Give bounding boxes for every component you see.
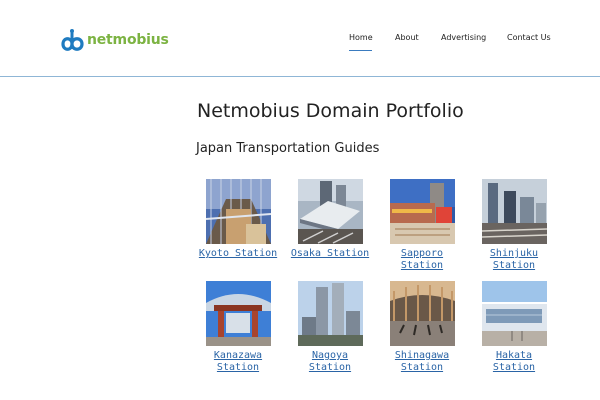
station-card-shinagawa: Shinagawa Station	[376, 281, 468, 374]
shinagawa-station-link-line1: Shinagawa	[394, 350, 450, 361]
shinagawa-station-image[interactable]	[389, 281, 455, 346]
site-header: netmobius Home About Advertising Contact…	[0, 0, 600, 77]
nagoya-station-image[interactable]	[297, 281, 363, 346]
station-card-sapporo: Sapporo Station	[376, 179, 468, 272]
station-card-kanazawa: Kanazawa Station	[192, 281, 284, 374]
kanazawa-station-image[interactable]	[205, 281, 271, 346]
infinity-logo-icon	[58, 27, 86, 53]
shinagawa-station-link[interactable]: Shinagawa Station	[376, 350, 468, 374]
page-title: Netmobius Domain Portfolio	[197, 100, 464, 122]
nav-active-indicator	[349, 50, 372, 51]
kanazawa-station-link-line2: Station	[216, 362, 260, 373]
sapporo-station-link-line1: Sapporo	[400, 248, 444, 259]
nav-home[interactable]: Home	[349, 33, 373, 42]
shinjuku-station-link-line1: Shinjuku	[489, 248, 539, 259]
sapporo-station-link-line2: Station	[400, 260, 444, 271]
nav-advertising[interactable]: Advertising	[441, 33, 486, 42]
shinjuku-station-link[interactable]: Shinjuku Station	[468, 248, 560, 272]
osaka-station-link[interactable]: Osaka Station	[284, 248, 376, 260]
kanazawa-station-link-line1: Kanazawa	[213, 350, 263, 361]
osaka-station-image[interactable]	[297, 179, 363, 244]
hakata-station-link-line1: Hakata	[495, 350, 533, 361]
sapporo-station-image[interactable]	[389, 179, 455, 244]
nagoya-station-link-line1: Nagoya	[311, 350, 349, 361]
station-card-nagoya: Nagoya Station	[284, 281, 376, 374]
shinjuku-station-link-line2: Station	[492, 260, 536, 271]
nagoya-station-link-line2: Station	[308, 362, 352, 373]
kyoto-station-link[interactable]: Kyoto Station	[192, 248, 284, 260]
station-card-kyoto: Kyoto Station	[192, 179, 284, 260]
nav-contact-us[interactable]: Contact Us	[507, 33, 551, 42]
kanazawa-station-link[interactable]: Kanazawa Station	[192, 350, 284, 374]
logo-text: netmobius	[87, 32, 169, 48]
osaka-station-link-line1: Osaka Station	[290, 248, 370, 259]
station-card-shinjuku: Shinjuku Station	[468, 179, 560, 272]
hakata-station-image[interactable]	[481, 281, 547, 346]
shinjuku-station-image[interactable]	[481, 179, 547, 244]
section-title: Japan Transportation Guides	[196, 141, 380, 156]
kyoto-station-image[interactable]	[205, 179, 271, 244]
station-card-osaka: Osaka Station	[284, 179, 376, 260]
nagoya-station-link[interactable]: Nagoya Station	[284, 350, 376, 374]
hakata-station-link-line2: Station	[492, 362, 536, 373]
sapporo-station-link[interactable]: Sapporo Station	[376, 248, 468, 272]
station-card-hakata: Hakata Station	[468, 281, 560, 374]
kyoto-station-link-line1: Kyoto Station	[198, 248, 278, 259]
shinagawa-station-link-line2: Station	[400, 362, 444, 373]
nav-about[interactable]: About	[395, 33, 419, 42]
hakata-station-link[interactable]: Hakata Station	[468, 350, 560, 374]
logo[interactable]: netmobius	[58, 27, 169, 53]
